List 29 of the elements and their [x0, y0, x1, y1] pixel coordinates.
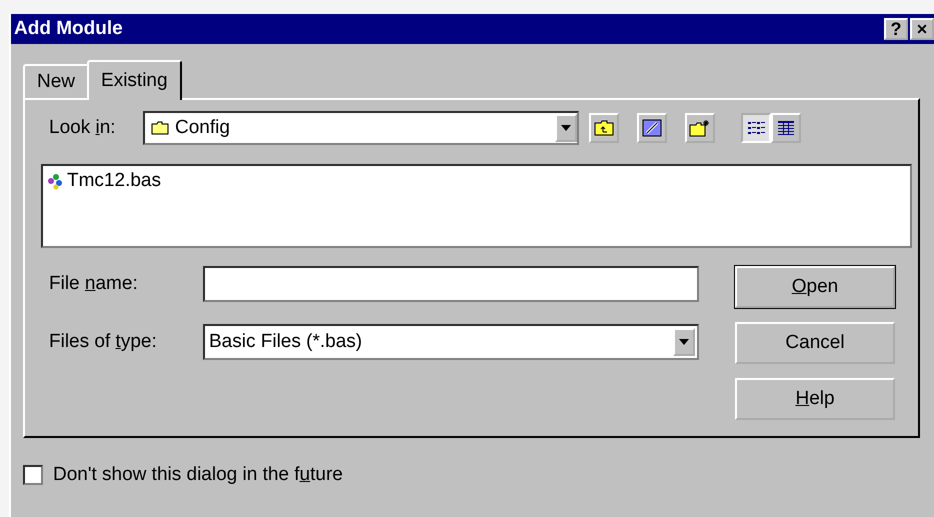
dialog-button[interactable]: Help — [735, 378, 895, 420]
details-view-icon — [776, 120, 796, 136]
help-button[interactable]: ? — [884, 18, 908, 40]
new-folder-button[interactable] — [685, 113, 715, 143]
file-name-field[interactable] — [203, 266, 699, 302]
folder-icon — [151, 121, 169, 135]
field-label: File name: — [49, 273, 139, 295]
tab[interactable]: New — [23, 64, 90, 98]
details-view-button[interactable] — [771, 113, 801, 143]
checkbox-label: Don't show this dialog in the future — [53, 464, 343, 486]
desktop-icon — [642, 119, 662, 137]
dialog-button[interactable]: Open — [735, 266, 895, 308]
new-folder-icon — [689, 119, 711, 137]
list-view-icon — [746, 120, 766, 136]
desktop-button[interactable] — [637, 113, 667, 143]
tab[interactable]: Existing — [87, 60, 182, 100]
dialog-button[interactable]: Cancel — [735, 322, 895, 364]
file-type-dropdown[interactable]: Basic Files (*.bas) — [203, 324, 699, 360]
file-item[interactable]: Tmc12.bas — [47, 170, 161, 192]
close-button[interactable]: × — [910, 18, 934, 40]
list-view-button[interactable] — [741, 113, 771, 143]
window-title: Add Module — [14, 18, 124, 40]
checkbox[interactable] — [23, 465, 43, 485]
up-folder-button[interactable] — [589, 113, 619, 143]
module-icon — [47, 172, 65, 190]
look-in-dropdown[interactable]: Config — [143, 111, 579, 145]
folder-up-icon — [594, 120, 614, 136]
look-in-label: Look in: — [49, 117, 117, 139]
field-label: Files of type: — [49, 331, 158, 353]
